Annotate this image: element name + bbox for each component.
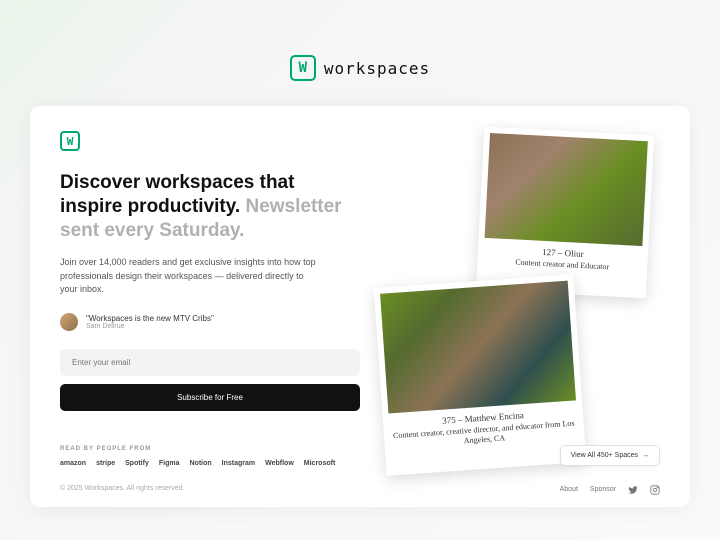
polaroid-1-image	[485, 133, 648, 246]
subtext: Join over 14,000 readers and get exclusi…	[60, 256, 320, 297]
logo-spotify: Spotify	[125, 460, 149, 467]
logo-amazon: amazon	[60, 460, 86, 467]
logo-stripe: stripe	[96, 460, 115, 467]
polaroid-1: 127 – Oliur Content creator and Educator	[476, 127, 654, 299]
logo-notion: Notion	[189, 460, 211, 467]
testimonial-quote: "Workspaces is the new MTV Cribs"	[86, 314, 214, 323]
main-card: W Discover workspaces that inspire produ…	[30, 106, 690, 507]
logo-instagram: Instagram	[222, 460, 255, 467]
logo-icon: W	[290, 55, 316, 81]
subscribe-button[interactable]: Subscribe for Free	[60, 384, 360, 411]
logo-microsoft: Microsoft	[304, 460, 336, 467]
card-logo-icon: W	[60, 131, 80, 151]
polaroid-2-image	[380, 281, 576, 414]
instagram-icon[interactable]	[650, 485, 660, 495]
company-logos: amazon stripe Spotify Figma Notion Insta…	[60, 460, 360, 467]
logo-figma: Figma	[159, 460, 180, 467]
view-all-label: View All 450+ Spaces	[571, 452, 638, 459]
copyright: © 2025 Workspaces. All rights reserved.	[60, 485, 360, 492]
brand-header: W workspaces	[290, 55, 430, 81]
polaroid-2: 375 – Matthew Encina Content creator, cr…	[374, 274, 587, 476]
view-all-button[interactable]: View All 450+ Spaces →	[560, 445, 660, 466]
email-field[interactable]	[60, 349, 360, 376]
footer-about[interactable]: About	[560, 486, 578, 493]
avatar	[60, 313, 78, 331]
testimonial: "Workspaces is the new MTV Cribs" Sam De…	[60, 313, 360, 331]
polaroid-area: 127 – Oliur Content creator and Educator…	[380, 131, 660, 461]
brand-name: workspaces	[324, 59, 430, 78]
footer-sponsor[interactable]: Sponsor	[590, 486, 616, 493]
arrow-right-icon: →	[642, 452, 649, 459]
testimonial-author: Sam Dellrue	[86, 323, 214, 330]
footer-nav: About Sponsor	[560, 485, 660, 495]
headline: Discover workspaces that inspire product…	[60, 171, 360, 242]
twitter-icon[interactable]	[628, 485, 638, 495]
logo-webflow: Webflow	[265, 460, 294, 467]
readby-label: READ BY PEOPLE FROM	[60, 446, 360, 452]
